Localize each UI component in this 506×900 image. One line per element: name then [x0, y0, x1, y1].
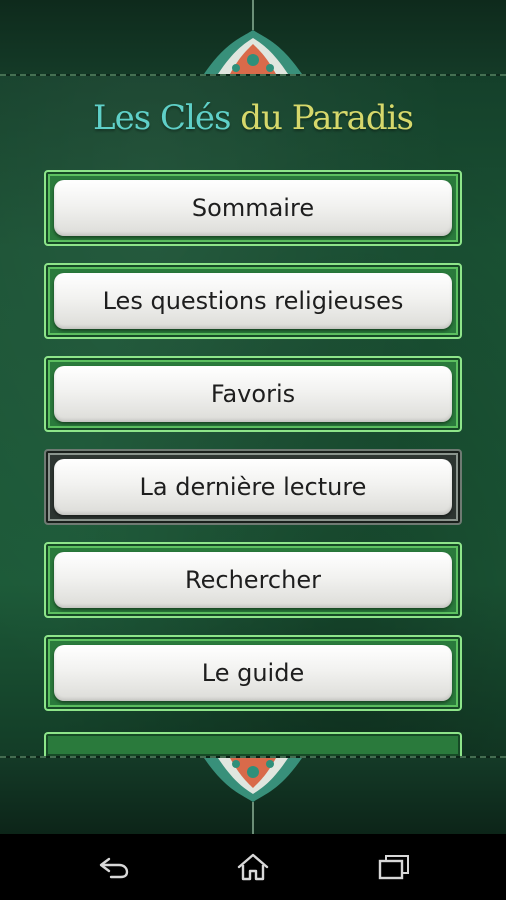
guide-button[interactable]: Le guide [54, 645, 452, 701]
top-ornament [204, 30, 302, 74]
last-reading-button[interactable]: La dernière lecture [54, 459, 452, 515]
religious-questions-button[interactable]: Les questions religieuses [54, 273, 452, 329]
favorites-button[interactable]: Favoris [54, 366, 452, 422]
menu-item-frame-sommaire: Sommaire [44, 170, 462, 246]
app-title: Les Clés du Paradis [0, 98, 506, 138]
back-icon [99, 857, 129, 879]
back-button[interactable] [84, 848, 144, 886]
bottom-ornament [204, 758, 302, 802]
menu-item-frame-guide: Le guide [44, 635, 462, 711]
app-title-part2: du Paradis [240, 98, 414, 138]
ornament-stem-top [252, 0, 254, 30]
menu-item-frame-partial [44, 732, 462, 756]
search-button[interactable]: Rechercher [54, 552, 452, 608]
recent-apps-icon [378, 855, 409, 880]
system-navigation-bar [0, 834, 506, 900]
ornament-stem-bottom [252, 802, 254, 834]
menu-item-frame-last-reading: La dernière lecture [44, 449, 462, 525]
recent-apps-button[interactable] [364, 848, 424, 886]
app-title-part1: Les Clés [93, 98, 231, 138]
menu-item-frame-questions: Les questions religieuses [44, 263, 462, 339]
menu-item-frame-search: Rechercher [44, 542, 462, 618]
sommaire-button[interactable]: Sommaire [54, 180, 452, 236]
app-screen: Les Clés du Paradis Sommaire Les questio… [0, 0, 506, 834]
menu-item-frame-favoris: Favoris [44, 356, 462, 432]
home-button[interactable] [223, 848, 283, 886]
home-icon [237, 853, 269, 881]
main-menu: Sommaire Les questions religieuses Favor… [44, 170, 462, 728]
